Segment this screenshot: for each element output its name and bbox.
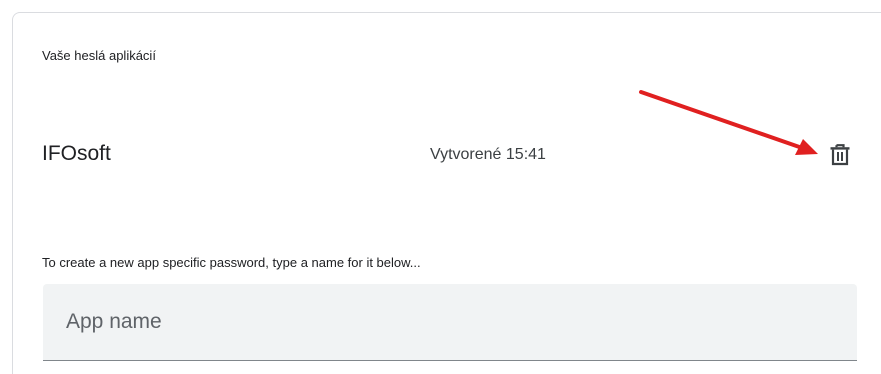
app-name-field	[43, 284, 857, 361]
app-password-created: Vytvorené 15:41	[430, 146, 546, 163]
app-password-name: IFOsoft	[42, 142, 111, 165]
trash-icon	[830, 144, 850, 166]
section-title: Vaše heslá aplikácií	[42, 48, 156, 63]
page: Vaše heslá aplikácií IFOsoft Vytvorené 1…	[0, 0, 881, 374]
app-name-input[interactable]	[66, 284, 836, 360]
delete-app-password-button[interactable]	[823, 138, 857, 172]
new-password-help-text: To create a new app specific password, t…	[42, 255, 421, 270]
